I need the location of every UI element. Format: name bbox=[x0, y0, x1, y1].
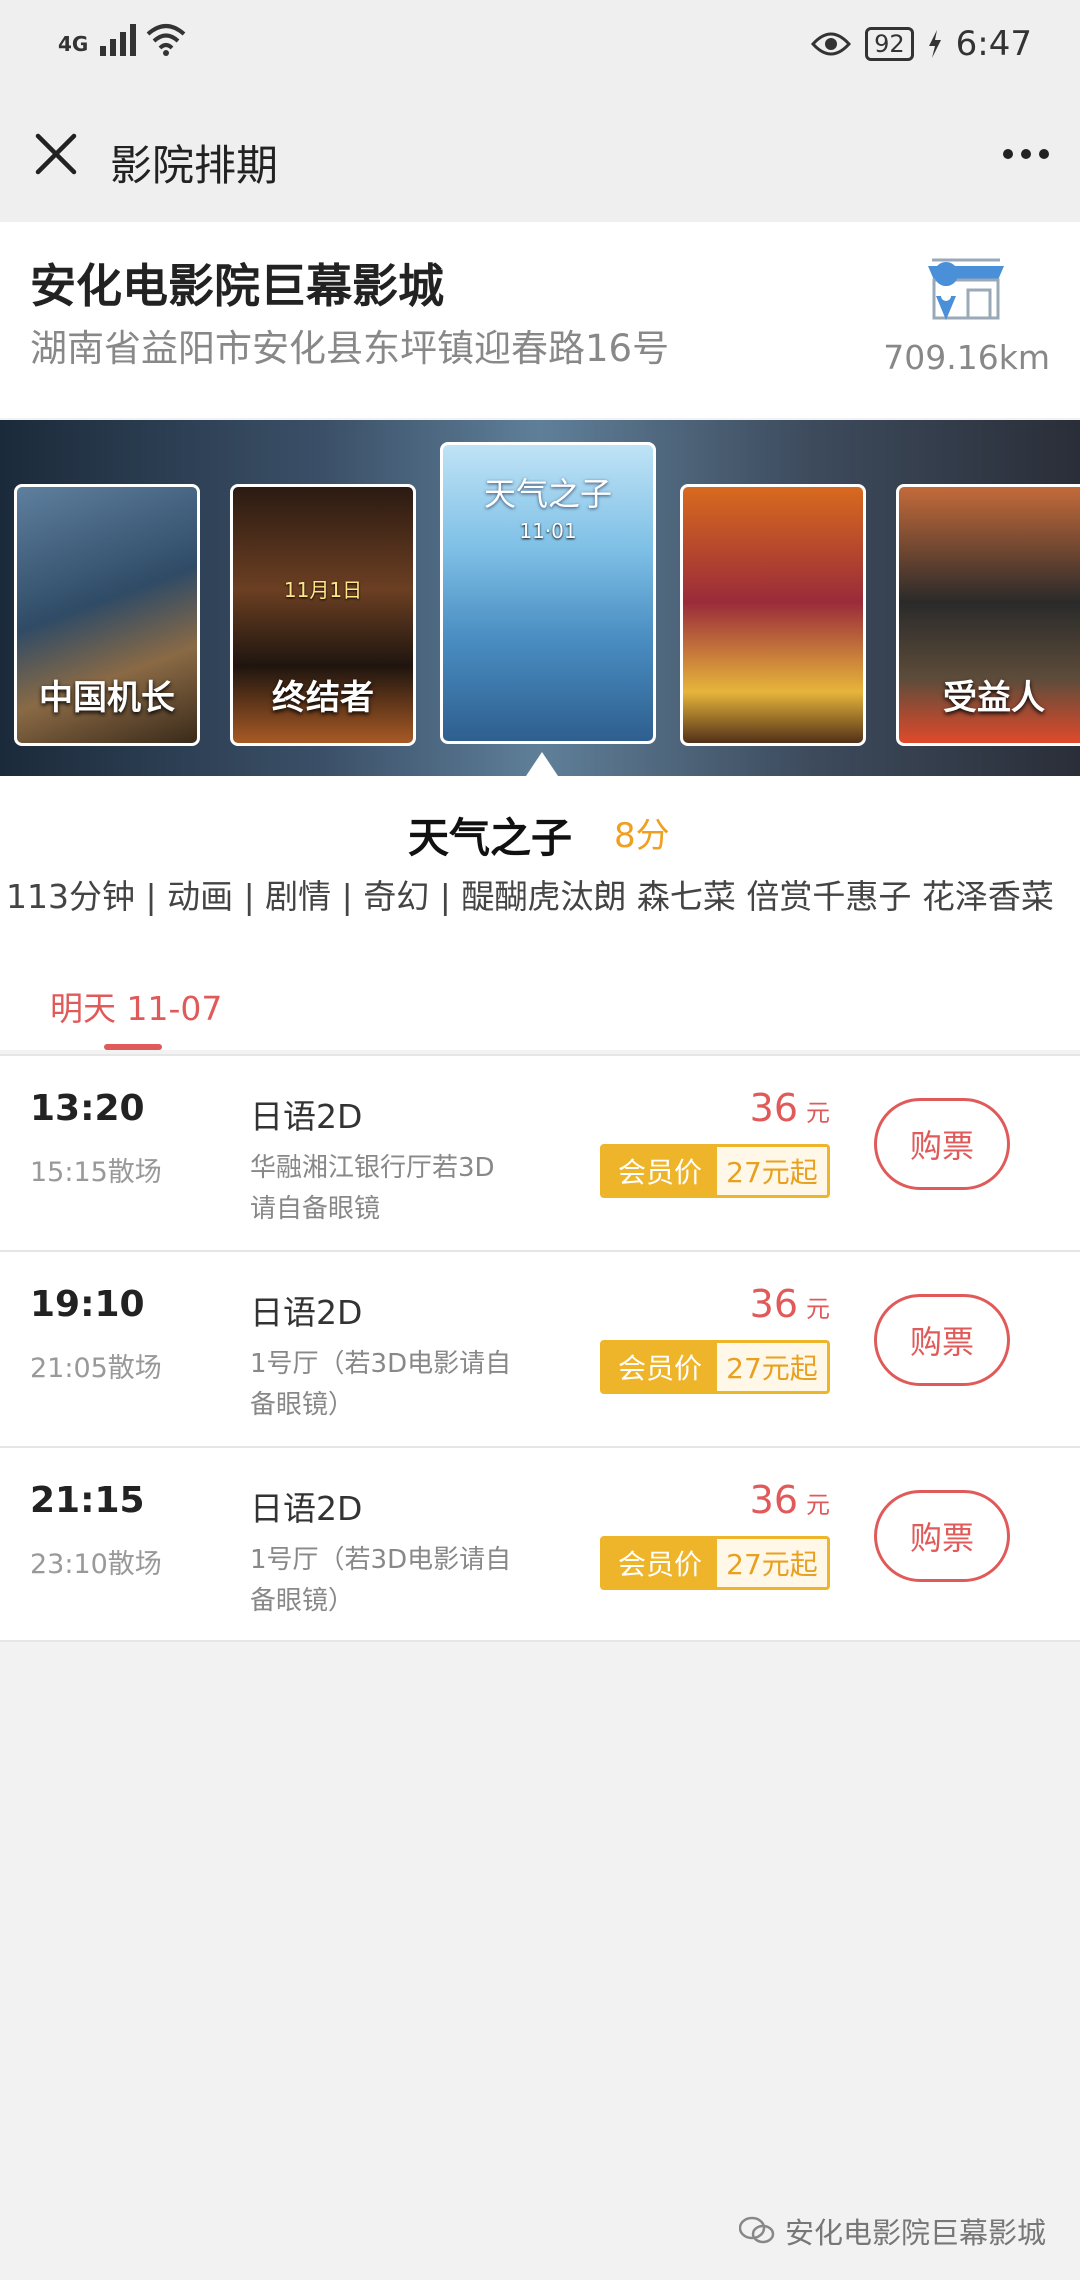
page-title: 影院排期 bbox=[110, 141, 279, 190]
price-unit: 元 bbox=[806, 1295, 830, 1323]
hall-name: 1号厅（若3D电影请自备眼镜） bbox=[250, 1349, 512, 1420]
member-price: 27元起 bbox=[717, 1539, 827, 1587]
cinema-name: 安化电影院巨幕影城 bbox=[30, 259, 444, 313]
movie-score: 8分 bbox=[614, 816, 670, 856]
member-price-badge: 会员价 27元起 bbox=[600, 1536, 830, 1590]
poster-title: 终结者 bbox=[272, 678, 374, 718]
language: 日语2D bbox=[250, 1293, 363, 1332]
wechat-icon bbox=[738, 2216, 775, 2244]
battery-level: 92 bbox=[865, 27, 914, 61]
start-time: 21:15 bbox=[30, 1480, 145, 1521]
map-shop-icon[interactable] bbox=[920, 246, 1012, 338]
member-label: 会员价 bbox=[603, 1343, 717, 1391]
showtime-list: 13:20 15:15散场 日语2D 华融湘江银行厅若3D请自备眼镜 36 元 会… bbox=[0, 1054, 1080, 1642]
cinema-distance: 709.16km bbox=[883, 338, 1050, 377]
poster-date: 11月1日 bbox=[283, 578, 363, 602]
price-unit: 元 bbox=[806, 1491, 830, 1519]
member-label: 会员价 bbox=[603, 1539, 717, 1587]
showtime-row[interactable]: 19:10 21:05散场 日语2D 1号厅（若3D电影请自备眼镜） 36 元 会… bbox=[0, 1250, 1080, 1446]
poster-item-selected[interactable]: 天气之子 11·01 bbox=[440, 442, 656, 744]
poster-title: 受益人 bbox=[943, 678, 1045, 718]
hall-name: 1号厅（若3D电影请自备眼镜） bbox=[250, 1545, 512, 1616]
member-price-badge: 会员价 27元起 bbox=[600, 1340, 830, 1394]
poster-date: 11·01 bbox=[519, 519, 577, 543]
movie-title: 天气之子 bbox=[408, 814, 572, 862]
price: 36 元 bbox=[750, 1086, 830, 1130]
status-bar: 4G 92 6:47 bbox=[0, 0, 1080, 92]
buy-ticket-button[interactable]: 购票 bbox=[874, 1294, 1010, 1386]
clock: 6:47 bbox=[955, 24, 1032, 64]
poster-title: 天气之子 bbox=[483, 475, 612, 513]
poster-title: 中国机长 bbox=[39, 678, 175, 718]
language: 日语2D bbox=[250, 1489, 363, 1528]
price-value: 36 bbox=[749, 1282, 798, 1326]
poster-carousel[interactable]: 中国机长 11月1日 终结者 天气之子 11·01 受益人 bbox=[0, 420, 1080, 776]
eye-icon bbox=[811, 32, 852, 56]
member-price: 27元起 bbox=[717, 1147, 827, 1195]
showtime-row[interactable]: 21:15 23:10散场 日语2D 1号厅（若3D电影请自备眼镜） 36 元 会… bbox=[0, 1446, 1080, 1642]
cinema-address: 湖南省益阳市安化县东坪镇迎春路16号 bbox=[30, 327, 670, 370]
watermark-text: 安化电影院巨幕影城 bbox=[784, 2216, 1046, 2250]
price-value: 36 bbox=[749, 1478, 798, 1522]
status-right: 92 6:47 bbox=[811, 24, 1032, 64]
member-price: 27元起 bbox=[717, 1343, 827, 1391]
tab-date[interactable]: 明天 11-07 bbox=[50, 982, 222, 1030]
start-time: 13:20 bbox=[30, 1088, 145, 1129]
more-icon[interactable] bbox=[996, 126, 1056, 182]
buy-ticket-button[interactable]: 购票 bbox=[874, 1098, 1010, 1190]
member-price-badge: 会员价 27元起 bbox=[600, 1144, 830, 1198]
buy-ticket-button[interactable]: 购票 bbox=[874, 1490, 1010, 1582]
price: 36 元 bbox=[750, 1478, 830, 1522]
price-unit: 元 bbox=[806, 1099, 830, 1127]
poster-item[interactable]: 受益人 bbox=[896, 484, 1080, 746]
hall-name: 华融湘江银行厅若3D请自备眼镜 bbox=[250, 1153, 495, 1224]
close-icon[interactable] bbox=[28, 126, 84, 182]
poster-item[interactable]: 11月1日 终结者 bbox=[230, 484, 416, 746]
nav-bar: 影院排期 bbox=[0, 92, 1080, 222]
wifi-icon bbox=[147, 24, 186, 56]
signal-group: 4G bbox=[58, 22, 186, 56]
poster-item[interactable]: 中国机长 bbox=[14, 484, 200, 746]
cinema-info[interactable]: 安化电影院巨幕影城 湖南省益阳市安化县东坪镇迎春路16号 709.16km bbox=[0, 222, 1080, 418]
end-time: 23:10散场 bbox=[30, 1549, 162, 1580]
movie-meta: 113分钟 | 动画 | 剧情 | 奇幻 | 醍醐虎汰朗 森七菜 倍赏千惠子 花… bbox=[6, 877, 1054, 916]
language: 日语2D bbox=[250, 1097, 363, 1136]
watermark: 安化电影院巨幕影城 bbox=[738, 2210, 1046, 2252]
poster-item[interactable] bbox=[680, 484, 866, 746]
start-time: 19:10 bbox=[30, 1284, 145, 1325]
network-type: 4G bbox=[58, 32, 89, 56]
tab-indicator bbox=[104, 1044, 162, 1050]
end-time: 15:15散场 bbox=[30, 1157, 162, 1188]
price-value: 36 bbox=[749, 1086, 798, 1130]
signal-icon bbox=[100, 22, 137, 56]
selected-pointer bbox=[526, 752, 558, 776]
charging-icon bbox=[928, 30, 941, 58]
price: 36 元 bbox=[750, 1282, 830, 1326]
member-label: 会员价 bbox=[603, 1147, 717, 1195]
end-time: 21:05散场 bbox=[30, 1353, 162, 1384]
movie-info: 天气之子 8分 113分钟 | 动画 | 剧情 | 奇幻 | 醍醐虎汰朗 森七菜… bbox=[0, 776, 1080, 1050]
showtime-row[interactable]: 13:20 15:15散场 日语2D 华融湘江银行厅若3D请自备眼镜 36 元 会… bbox=[0, 1054, 1080, 1250]
